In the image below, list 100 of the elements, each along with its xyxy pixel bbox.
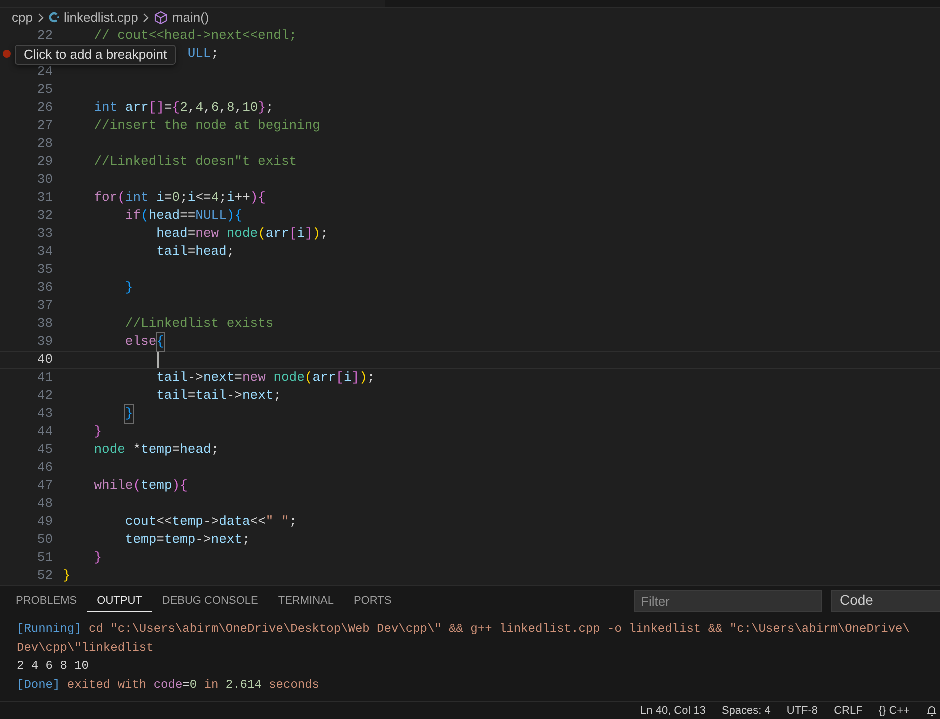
panel-tab[interactable]: DEBUG CONSOLE [152,590,268,612]
code-token: NULL [196,207,227,225]
code-token: = [188,225,196,243]
code-token: ){ [226,207,242,225]
code-token: == [180,207,196,225]
line-number: 33 [37,225,53,243]
code-token: 2 [180,99,188,117]
bell-icon[interactable] [926,705,938,717]
code-token: ; [219,189,227,207]
code-token: ; [242,531,250,549]
line-number: 48 [37,495,53,513]
line-number: 25 [37,81,53,99]
line-number: 37 [37,297,53,315]
code-token: tail [156,369,188,387]
code-token: } [94,423,102,441]
panel-tab[interactable]: TERMINAL [268,590,344,612]
code-token: arr [125,99,149,117]
code-token: data [219,513,250,531]
filter-field[interactable]: Filter [634,590,822,612]
code-token: temp [141,441,172,459]
line-number: 22 [37,27,53,45]
code-token: ; [211,441,220,459]
code-token: while [94,477,134,495]
code-token: head [196,243,227,261]
code-token: } [125,405,134,423]
code-token: 4 [196,99,204,117]
line-number: 27 [37,117,53,135]
code-token: << [250,513,266,531]
code-token: } [258,99,266,117]
code-token: new [242,369,266,387]
output-channel-dropdown[interactable]: Code [831,590,940,612]
cpp-file-icon [48,12,60,23]
breadcrumb-folder[interactable]: cpp [12,10,33,25]
breadcrumb-symbol[interactable]: main() [172,10,210,25]
code-token: // cout<<head->next<<endl; [94,27,298,45]
status-item[interactable]: UTF-8 [786,705,818,717]
code-token: = [234,369,242,387]
cube-icon [154,10,168,24]
code-token: ) [312,225,321,243]
code-token: ( [133,477,142,495]
output-line: 2 4 6 8 10 [17,658,90,675]
status-item[interactable]: {} C++ [878,705,910,717]
status-item[interactable]: CRLF [834,705,863,717]
code-token: if [125,207,142,225]
code-token: = [156,531,164,549]
code-token: ( [118,189,126,207]
code-token: ){ [250,189,266,207]
code-token: { [172,99,180,117]
code-token: ; [367,369,376,387]
code-token: [] [148,99,164,117]
code-token: = [164,99,172,117]
code-token: i [188,189,196,207]
code-token: tail [156,387,188,405]
breadcrumb-file[interactable]: linkedlist.cpp [64,10,138,25]
line-number: 36 [37,279,53,297]
panel-tab[interactable]: OUTPUT [87,590,152,612]
code-token: //insert the node at begining [94,117,320,135]
status-item[interactable]: Spaces: 4 [722,705,771,717]
code-token: <= [196,189,212,207]
code-token: 4 [211,189,220,207]
code-token: ) [360,369,368,387]
breakpoint-tooltip: Click to add a breakpoint [15,45,176,65]
code-token: cout [125,513,157,531]
code-token: -> [203,513,220,531]
code-token: , [204,99,212,117]
code-token: ; [226,243,235,261]
code-token: temp [125,531,157,549]
code-token: } [94,549,102,567]
code-token: [ [336,369,344,387]
code-token: //Linkedlist exists [125,315,274,333]
line-number: 30 [37,171,53,189]
line-number: 34 [37,243,53,261]
code-token: ; [180,189,188,207]
code-token: = [188,243,196,261]
code-token: temp [172,513,204,531]
panel-tab[interactable]: PORTS [344,590,402,612]
panel-tab[interactable]: PROBLEMS [6,590,88,612]
code-token: ){ [172,477,188,495]
output-line: [Done] exited with code=0 in 2.614 seconds [17,676,320,694]
code-token: arr [312,369,336,387]
code-token: ; [320,225,328,243]
code-token: i [344,369,352,387]
line-number: 29 [37,153,53,171]
code-token: 6 [211,99,220,117]
code-token: ( [258,225,266,243]
code-token: next [203,369,235,387]
chevron-icon [142,12,150,22]
status-item[interactable]: Ln 40, Col 13 [640,705,706,717]
line-number: 26 [37,99,53,117]
code-token: ] [304,225,313,243]
code-token: i [156,189,164,207]
line-number: 28 [37,135,53,153]
code-token: int [125,189,149,207]
code-token: { [156,333,164,351]
line-number: 40 [37,352,53,368]
breakpoint-dot[interactable] [3,50,11,58]
code-token: ] [352,369,360,387]
line-number: 47 [37,477,53,495]
line-number: 41 [37,369,53,387]
line-number: 42 [37,387,53,405]
